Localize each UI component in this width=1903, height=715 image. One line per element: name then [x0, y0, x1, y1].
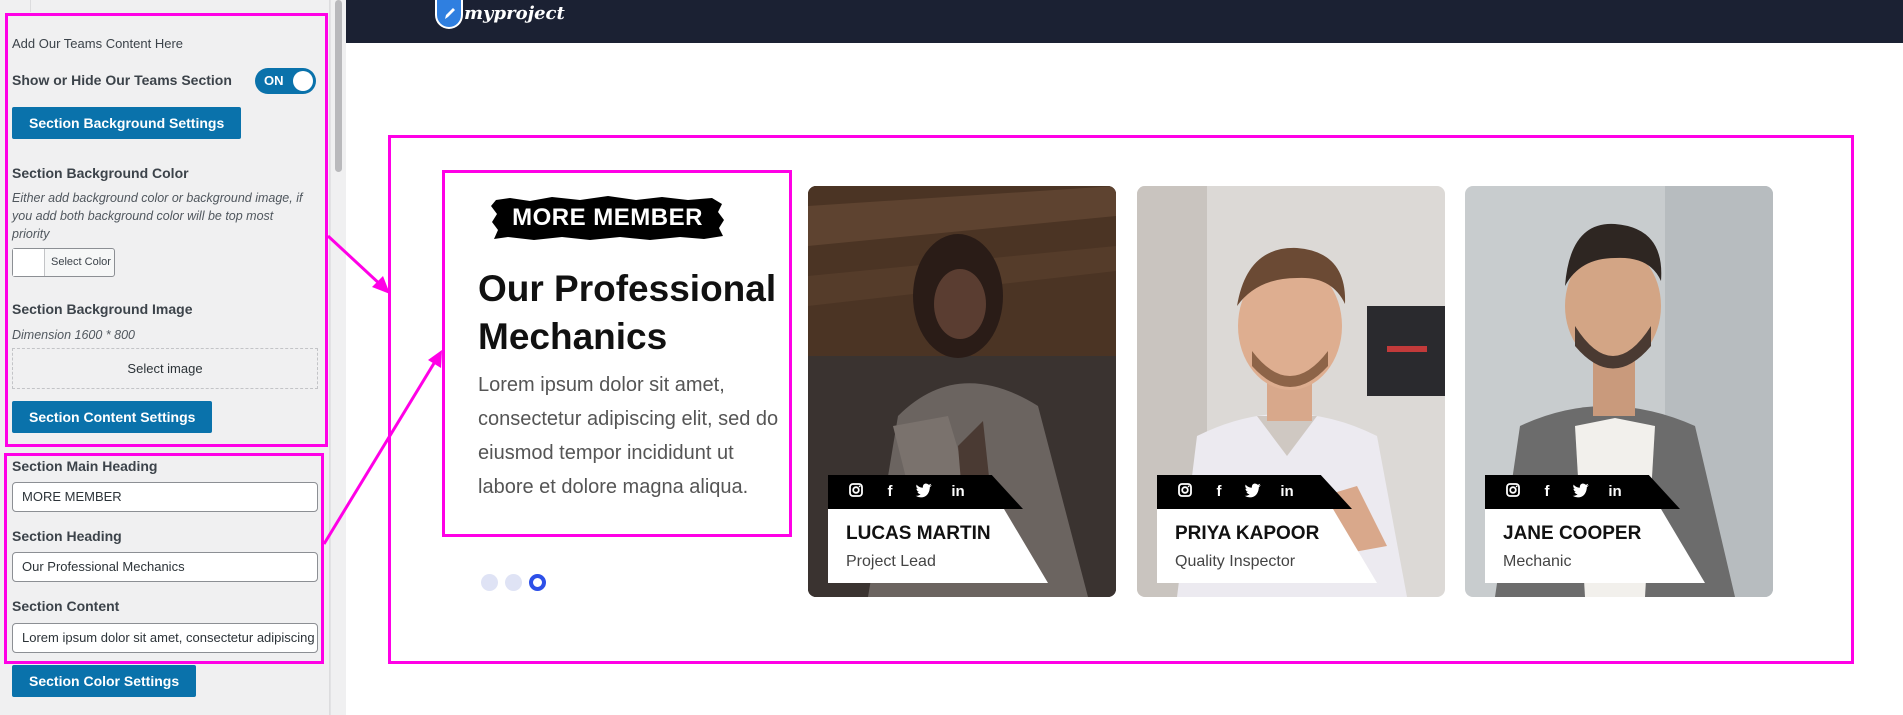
annotation-arrows: [322, 234, 442, 545]
arrowhead-icon: [428, 350, 442, 368]
screenshot-stage: Add Our Teams Content Here Show or Hide …: [0, 0, 1903, 715]
annotation-arrow: [326, 234, 384, 288]
annotation-arrow: [322, 359, 438, 545]
